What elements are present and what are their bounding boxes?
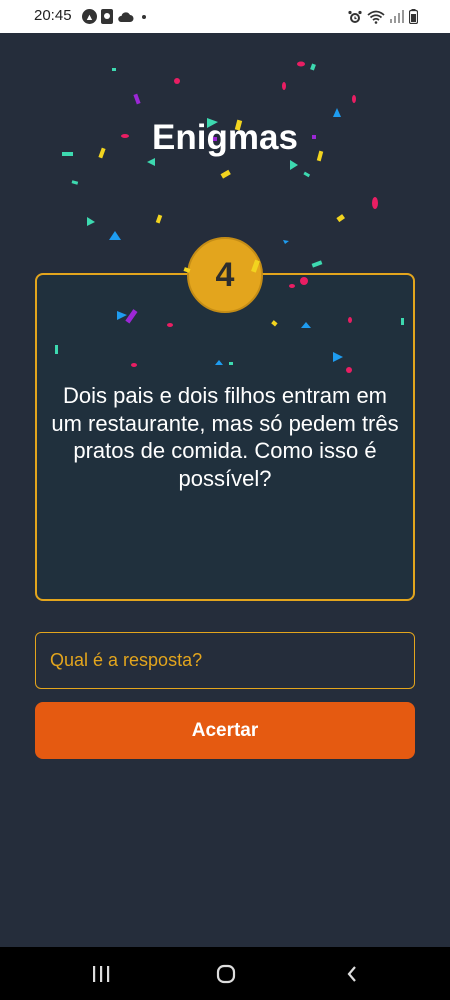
back-button[interactable] (337, 959, 367, 989)
status-system-icons (348, 8, 418, 25)
a-circle-icon: ▲ (82, 9, 97, 24)
recents-icon (93, 966, 110, 982)
status-time: 20:45 (34, 7, 72, 24)
dot-icon (142, 14, 146, 19)
back-icon (347, 966, 356, 982)
riddle-number-badge: 4 (187, 237, 263, 313)
answer-input[interactable] (35, 632, 415, 689)
riddle-number: 4 (215, 255, 235, 294)
wifi-icon (367, 10, 385, 24)
alarm-icon (348, 10, 362, 23)
cloud-icon (118, 11, 134, 22)
status-notification-icons: ▲ (82, 8, 146, 25)
submit-answer-button[interactable]: Acertar (35, 702, 415, 759)
calendar-icon (101, 9, 113, 24)
signal-icon (390, 10, 404, 23)
navigation-bar (0, 947, 450, 1000)
status-bar: 20:45 ▲ (0, 0, 450, 33)
page-title: Enigmas (152, 118, 298, 157)
recents-button[interactable] (86, 959, 116, 989)
riddle-text: Dois pais e dois filhos entram em um res… (51, 383, 399, 491)
battery-icon (409, 9, 418, 24)
home-button[interactable] (211, 959, 241, 989)
home-icon (216, 964, 236, 984)
